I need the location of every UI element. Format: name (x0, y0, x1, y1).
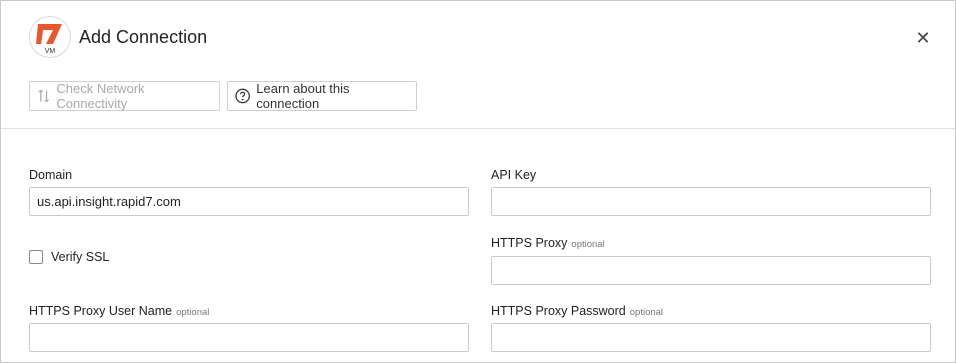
verify-ssl-checkbox[interactable] (29, 250, 43, 264)
proxy-user-label: HTTPS Proxy User Name optional (29, 303, 209, 321)
dialog-title: Add Connection (79, 27, 208, 47)
proxy-password-optional-tag: optional (629, 307, 664, 318)
https-proxy-label-text: HTTPS Proxy (491, 236, 568, 250)
network-check-icon (38, 89, 49, 103)
domain-input[interactable] (29, 187, 469, 216)
verify-ssl-label: Verify SSL (51, 250, 110, 264)
check-network-connectivity-button[interactable]: Check Network Connectivity (29, 81, 220, 111)
check-network-label: Check Network Connectivity (56, 81, 145, 111)
api-key-label: API Key (491, 168, 537, 182)
https-proxy-input[interactable] (491, 256, 931, 285)
learn-about-label: Learn about this connection (256, 81, 350, 111)
proxy-password-input[interactable] (491, 323, 931, 352)
rapid7-logo-icon (36, 24, 62, 44)
https-proxy-label: HTTPS Proxy optional (491, 235, 605, 253)
proxy-user-optional-tag: optional (176, 307, 210, 318)
rapid7-logo: VM (29, 16, 71, 58)
learn-about-connection-button[interactable]: Learn about this connection (227, 81, 417, 111)
close-icon[interactable]: ✕ (911, 27, 935, 51)
api-key-input[interactable] (491, 187, 931, 216)
add-connection-dialog: VM Add Connection ✕ Check Network Connec… (0, 0, 956, 363)
proxy-password-label-text: HTTPS Proxy Password (491, 304, 626, 318)
https-proxy-optional-tag: optional (571, 239, 605, 250)
proxy-password-label: HTTPS Proxy Password optional (491, 303, 663, 321)
help-circle-icon (235, 88, 250, 104)
logo-subtitle: VM (44, 48, 56, 55)
proxy-user-input[interactable] (29, 323, 469, 352)
proxy-user-label-text: HTTPS Proxy User Name (29, 304, 173, 318)
domain-label: Domain (29, 168, 73, 182)
dialog-header: VM Add Connection ✕ Check Network Connec… (1, 1, 955, 129)
verify-ssl-checkbox-row[interactable]: Verify SSL (29, 250, 109, 264)
